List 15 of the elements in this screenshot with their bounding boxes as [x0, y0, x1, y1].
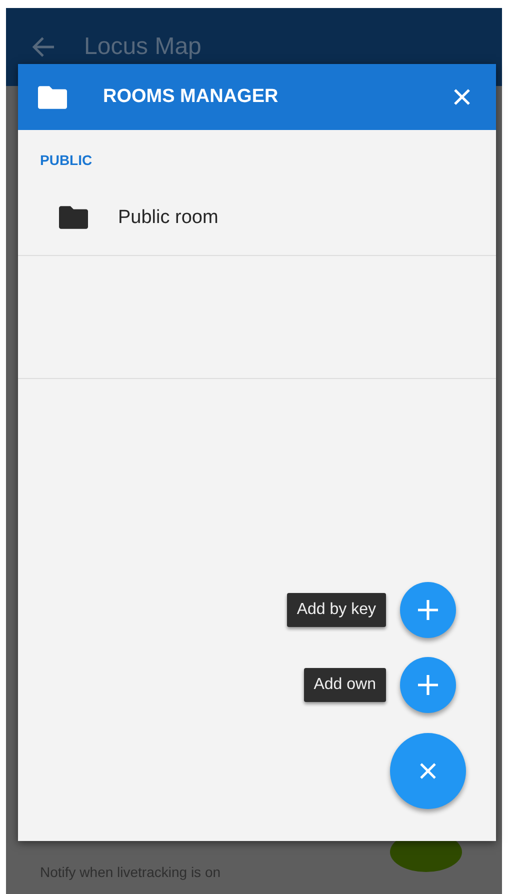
folder-icon: [38, 86, 67, 108]
add-button[interactable]: [400, 582, 456, 638]
add-button[interactable]: [400, 657, 456, 713]
app-title: Locus Map: [84, 33, 202, 61]
plus-icon: [417, 674, 439, 696]
folder-icon: [59, 206, 88, 229]
section-label: PUBLIC: [39, 151, 94, 168]
room-item[interactable]: Public room: [18, 180, 496, 255]
dialog-title: ROOMS MANAGER: [103, 86, 280, 108]
back-arrow-icon[interactable]: [32, 36, 56, 58]
close-icon: [419, 762, 437, 780]
close-menu-button[interactable]: [390, 733, 466, 809]
action-label: Add own: [304, 668, 386, 702]
action-label: Add by key: [286, 593, 386, 627]
plus-icon: [417, 599, 439, 621]
